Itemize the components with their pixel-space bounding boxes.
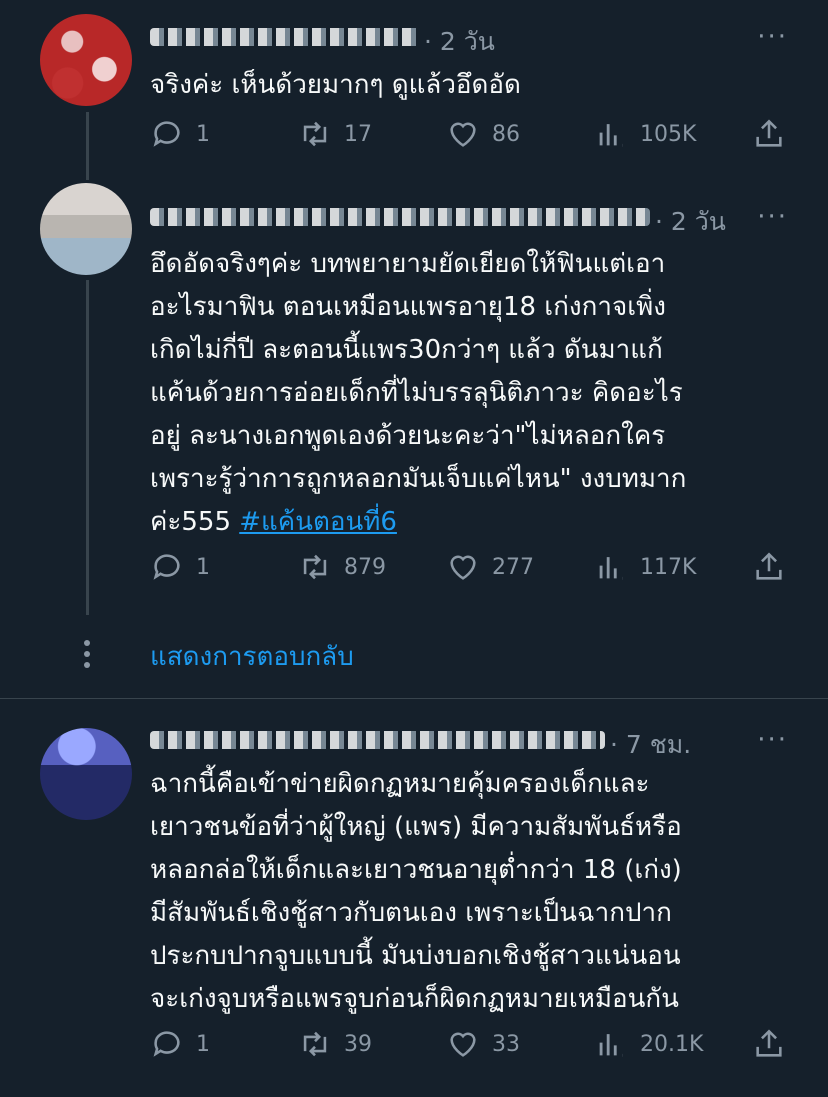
- tweet-actions: 1 879 277 117K: [150, 550, 790, 590]
- reply-icon: [153, 554, 180, 580]
- share-button[interactable]: [752, 117, 786, 151]
- avatar[interactable]: [40, 728, 132, 820]
- retweet-icon: [303, 121, 327, 147]
- views-button[interactable]: 117K: [594, 550, 696, 584]
- retweet-icon: [303, 554, 327, 580]
- blurred-username[interactable]: [150, 208, 650, 226]
- like-button[interactable]: 277: [446, 550, 534, 584]
- tweet-text: อึดอัดจริงๆค่ะ บทพยายามยัดเยียดให้ฟินแต่…: [150, 243, 810, 544]
- more-options-icon[interactable]: ···: [757, 22, 788, 52]
- like-count: 277: [492, 554, 534, 580]
- tweet-timestamp[interactable]: · 7 ชม.: [610, 725, 691, 765]
- reply-count: 1: [196, 1031, 210, 1057]
- more-options-icon[interactable]: ···: [757, 725, 788, 755]
- tweet-timestamp[interactable]: · 2 วัน: [424, 22, 495, 62]
- retweet-button[interactable]: 39: [298, 1027, 372, 1061]
- reply-button[interactable]: 1: [150, 1027, 210, 1061]
- reply-button[interactable]: 1: [150, 550, 210, 584]
- views-icon: [599, 124, 623, 147]
- reply-icon: [153, 1031, 180, 1057]
- reply-button[interactable]: 1: [150, 117, 210, 151]
- views-button[interactable]: 20.1K: [594, 1027, 703, 1061]
- retweet-icon: [303, 1031, 327, 1057]
- views-count: 105K: [640, 121, 697, 147]
- heart-icon: [450, 122, 476, 147]
- retweet-count: 39: [344, 1031, 372, 1057]
- views-count: 117K: [640, 554, 697, 580]
- heart-icon: [450, 555, 476, 580]
- tweet-text: จริงค่ะ เห็นด้วยมากๆ ดูแล้วอึดอัด: [150, 70, 521, 100]
- avatar[interactable]: [40, 14, 132, 106]
- more-options-icon[interactable]: ···: [757, 202, 788, 232]
- share-icon: [756, 1029, 782, 1057]
- reply-icon: [153, 121, 180, 147]
- thread-connector: [86, 280, 89, 615]
- retweet-count: 17: [344, 121, 372, 147]
- reply-count: 1: [196, 121, 210, 147]
- thread-dots-icon: [81, 640, 93, 673]
- reply-count: 1: [196, 554, 210, 580]
- share-button[interactable]: [752, 550, 786, 584]
- show-replies-link[interactable]: แสดงการตอบกลับ: [150, 636, 354, 677]
- tweet-timestamp[interactable]: · 2 วัน: [655, 202, 726, 242]
- like-button[interactable]: 33: [446, 1027, 520, 1061]
- tweet-text: ฉากนี้คือเข้าข่ายผิดกฏหมายคุ้มครองเด็กแล…: [150, 769, 682, 1014]
- retweet-button[interactable]: 17: [298, 117, 372, 151]
- views-button[interactable]: 105K: [594, 117, 696, 151]
- retweet-button[interactable]: 879: [298, 550, 386, 584]
- thread-connector: [86, 112, 89, 180]
- blurred-username[interactable]: [150, 731, 605, 749]
- tweet-actions: 1 17 86 105K: [150, 117, 790, 157]
- hashtag-link[interactable]: #แค้นตอนที่6: [239, 507, 397, 537]
- retweet-count: 879: [344, 554, 386, 580]
- views-icon: [599, 1034, 623, 1057]
- tweet-body: อึดอัดจริงๆค่ะ บทพยายามยัดเยียดให้ฟินแต่…: [150, 249, 687, 537]
- heart-icon: [450, 1032, 476, 1057]
- share-icon: [756, 552, 782, 580]
- views-icon: [599, 557, 623, 580]
- views-count: 20.1K: [640, 1031, 704, 1057]
- share-button[interactable]: [752, 1027, 786, 1061]
- like-button[interactable]: 86: [446, 117, 520, 151]
- share-icon: [756, 119, 782, 147]
- avatar[interactable]: [40, 183, 132, 275]
- divider: [0, 698, 828, 699]
- tweet-actions: 1 39 33 20.1K: [150, 1027, 790, 1067]
- like-count: 33: [492, 1031, 520, 1057]
- blurred-username[interactable]: [150, 28, 420, 46]
- like-count: 86: [492, 121, 520, 147]
